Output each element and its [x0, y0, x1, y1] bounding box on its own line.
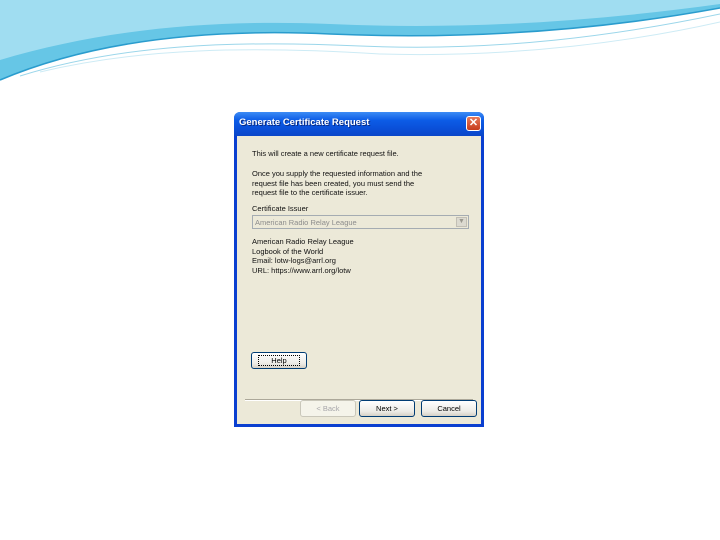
- issuer-label: Certificate Issuer: [252, 204, 309, 213]
- dialog-body: This will create a new certificate reque…: [237, 136, 481, 424]
- back-button[interactable]: < Back: [300, 400, 356, 417]
- help-button[interactable]: Help: [251, 352, 307, 369]
- next-button[interactable]: Next >: [359, 400, 415, 417]
- instructions-line-1: Once you supply the requested informatio…: [252, 169, 423, 178]
- slide-header-decoration: [0, 0, 720, 81]
- issuer-detail-email: Email: lotw-logs@arrl.org: [252, 256, 336, 265]
- issuer-detail-name: American Radio Relay League: [252, 237, 354, 246]
- help-button-label: Help: [258, 355, 300, 366]
- issuer-select[interactable]: American Radio Relay League ▼: [252, 215, 469, 229]
- instructions-line-2: request file has been created, you must …: [252, 178, 415, 188]
- dialog-titlebar[interactable]: Generate Certificate Request ✕: [234, 112, 484, 136]
- cancel-button[interactable]: Cancel: [421, 400, 477, 417]
- issuer-select-value: American Radio Relay League: [255, 218, 357, 227]
- intro-text: This will create a new certificate reque…: [252, 149, 399, 158]
- issuer-detail-service: Logbook of the World: [252, 246, 324, 256]
- chevron-down-icon[interactable]: ▼: [456, 217, 467, 227]
- issuer-detail-url: URL: https://www.arrl.org/lotw: [252, 265, 351, 275]
- close-icon[interactable]: ✕: [466, 116, 481, 131]
- instructions-line-3: request file to the certificate issuer.: [252, 188, 368, 197]
- dialog-title: Generate Certificate Request: [239, 117, 370, 128]
- generate-certificate-dialog: Generate Certificate Request ✕ This will…: [234, 112, 484, 427]
